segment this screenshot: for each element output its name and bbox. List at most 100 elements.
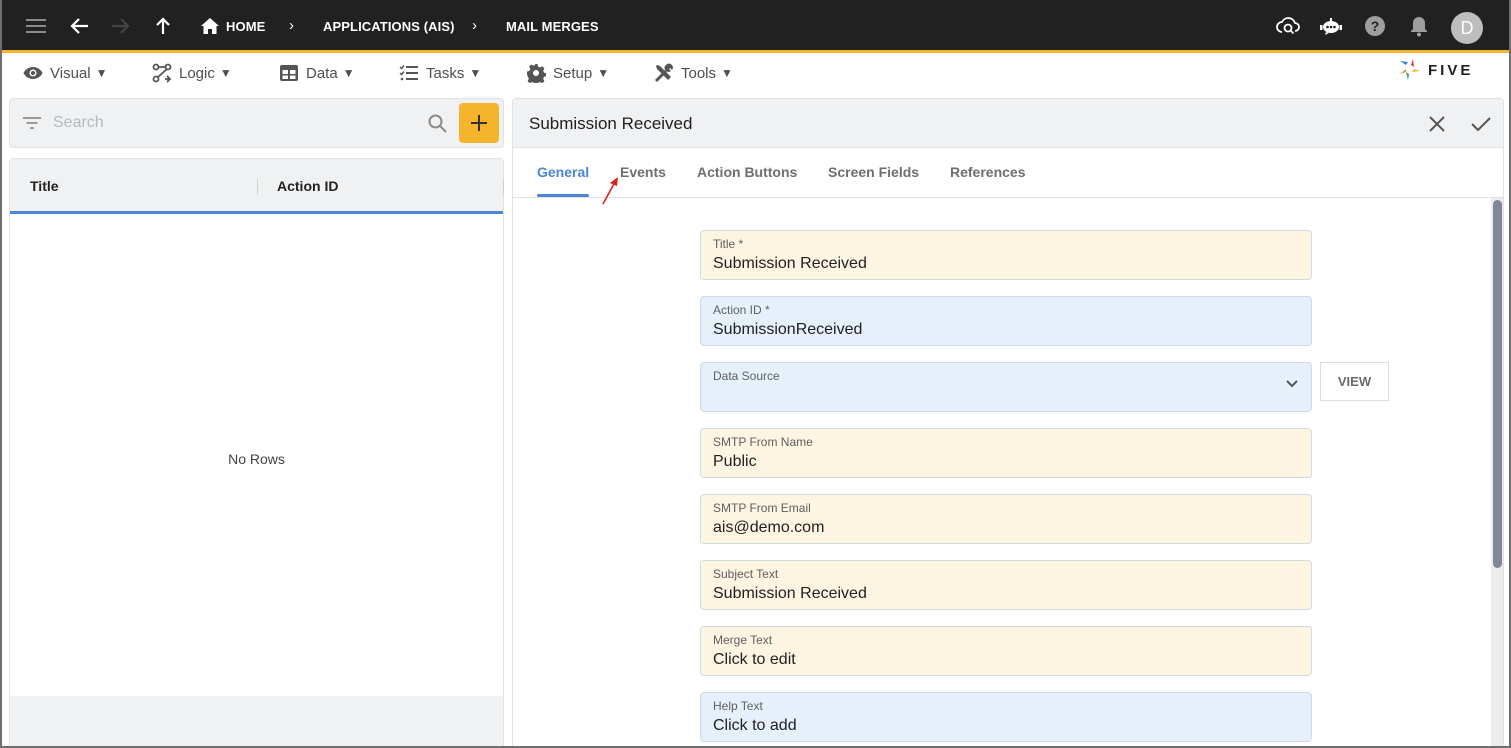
cloud-search-icon[interactable] [1276, 14, 1300, 38]
breadcrumb-mail-merges[interactable]: MAIL MERGES [506, 19, 599, 34]
smtp-from-email-field[interactable]: SMTP From Email ais@demo.com [700, 494, 1312, 544]
column-divider[interactable] [257, 179, 258, 195]
breadcrumb-chevron-icon: › [472, 17, 477, 34]
field-label: Merge Text [713, 633, 773, 647]
tools-icon [654, 63, 673, 83]
menu-data-label: Data [306, 64, 338, 82]
menu-tasks-label: Tasks [426, 64, 465, 82]
smtp-from-name-field[interactable]: SMTP From Name Public [700, 428, 1312, 478]
breadcrumb-applications[interactable]: APPLICATIONS (AIS) [323, 19, 455, 34]
field-value: SubmissionReceived [713, 321, 863, 338]
form-header: Submission Received [513, 99, 1503, 148]
breadcrumb-chevron-icon: › [289, 17, 294, 34]
data-source-dropdown[interactable]: Data Source [700, 362, 1312, 412]
caret-down-icon: ▼ [342, 66, 355, 80]
tab-events[interactable]: Events [620, 164, 666, 180]
field-value: Click to add [713, 717, 797, 734]
caret-down-icon: ▼ [597, 66, 610, 80]
form-title: Submission Received [529, 114, 693, 133]
column-divider[interactable] [503, 179, 504, 195]
tab-general[interactable]: General [537, 164, 589, 180]
gear-icon [527, 64, 546, 83]
up-arrow-icon[interactable] [151, 14, 175, 38]
menu-tools[interactable]: Tools ▼ [654, 62, 733, 84]
empty-message: No Rows [228, 451, 285, 467]
caret-down-icon: ▼ [219, 66, 232, 80]
menu-logic[interactable]: Logic ▼ [152, 62, 232, 84]
five-logo: FIVE [1398, 58, 1473, 82]
field-label: Title * [713, 237, 744, 251]
logo-text: FIVE [1428, 61, 1474, 79]
menu-visual-label: Visual [50, 64, 91, 82]
close-button[interactable] [1424, 111, 1450, 137]
field-value: Public [713, 453, 757, 470]
app-window: HOME › APPLICATIONS (AIS) › MAIL MERGES … [0, 0, 1511, 748]
avatar[interactable]: D [1451, 12, 1483, 44]
menu-tools-label: Tools [681, 64, 717, 82]
logic-icon [152, 63, 172, 83]
forward-arrow-icon[interactable] [108, 14, 132, 38]
chatbot-icon[interactable] [1319, 14, 1343, 38]
search-icon[interactable] [428, 114, 447, 133]
table-icon [280, 65, 298, 81]
subject-text-field[interactable]: Subject Text Submission Received [700, 560, 1312, 610]
filter-icon[interactable] [23, 116, 41, 130]
five-logo-icon [1400, 59, 1420, 80]
menu-data[interactable]: Data ▼ [279, 62, 355, 84]
field-value: Submission Received [713, 585, 867, 602]
field-label: Data Source [713, 369, 780, 383]
merge-text-field[interactable]: Merge Text Click to edit [700, 626, 1312, 676]
help-icon[interactable]: ? [1363, 14, 1387, 38]
add-button[interactable] [459, 103, 499, 143]
field-value: Submission Received [713, 255, 867, 272]
plus-icon [471, 115, 487, 131]
field-value: ais@demo.com [713, 519, 825, 536]
check-icon [1471, 117, 1491, 132]
caret-down-icon: ▼ [95, 66, 108, 80]
caret-down-icon: ▼ [721, 66, 733, 80]
caret-down-icon: ▼ [469, 66, 482, 80]
annotation-arrow-icon [602, 177, 618, 205]
scrollbar-thumb[interactable] [1493, 200, 1502, 568]
save-button[interactable] [1468, 111, 1494, 137]
column-header-action-id[interactable]: Action ID [277, 178, 338, 194]
svg-text:?: ? [1371, 18, 1380, 34]
tab-references[interactable]: References [950, 164, 1026, 180]
column-header-title[interactable]: Title [30, 178, 59, 194]
title-field[interactable]: Title * Submission Received [700, 230, 1312, 280]
search-bar: Search [9, 98, 504, 148]
menu-logic-label: Logic [179, 64, 215, 82]
help-text-field[interactable]: Help Text Click to add [700, 692, 1312, 742]
grid-header: Title Action ID [10, 159, 504, 214]
tasks-icon [399, 65, 418, 81]
bell-icon[interactable] [1407, 14, 1431, 38]
close-icon [1429, 116, 1445, 132]
search-input[interactable]: Search [53, 114, 104, 132]
grid-footer [10, 696, 503, 746]
active-tab-indicator [537, 194, 589, 197]
field-value: Click to edit [713, 651, 796, 668]
menu-visual[interactable]: Visual ▼ [23, 62, 107, 84]
tab-screen-fields[interactable]: Screen Fields [828, 164, 919, 180]
field-label: Subject Text [713, 567, 779, 581]
tab-action-buttons[interactable]: Action Buttons [697, 164, 797, 180]
field-label: Help Text [713, 699, 763, 713]
breadcrumb-home[interactable]: HOME [226, 19, 265, 34]
records-grid: Title Action ID No Rows [9, 158, 504, 746]
menu-tasks[interactable]: Tasks ▼ [399, 62, 481, 84]
back-arrow-icon[interactable] [68, 14, 92, 38]
chevron-down-icon[interactable] [1285, 379, 1299, 389]
field-label: SMTP From Name [713, 435, 813, 449]
action-id-field[interactable]: Action ID * SubmissionReceived [700, 296, 1312, 346]
menu-setup[interactable]: Setup ▼ [526, 62, 609, 84]
form-tabs: General Events Action Buttons Screen Fie… [513, 148, 1503, 198]
field-label: SMTP From Email [713, 501, 811, 515]
view-button[interactable]: VIEW [1320, 362, 1389, 401]
field-label: Action ID * [713, 303, 770, 317]
eye-icon [23, 67, 43, 79]
menu-icon[interactable] [24, 14, 48, 38]
home-icon[interactable] [198, 14, 222, 38]
top-bar: HOME › APPLICATIONS (AIS) › MAIL MERGES … [2, 0, 1509, 53]
menu-setup-label: Setup [553, 64, 593, 82]
menu-bar: Visual ▼ Logic ▼ Data ▼ Tasks ▼ Setup ▼ Tools… [2, 56, 1509, 92]
